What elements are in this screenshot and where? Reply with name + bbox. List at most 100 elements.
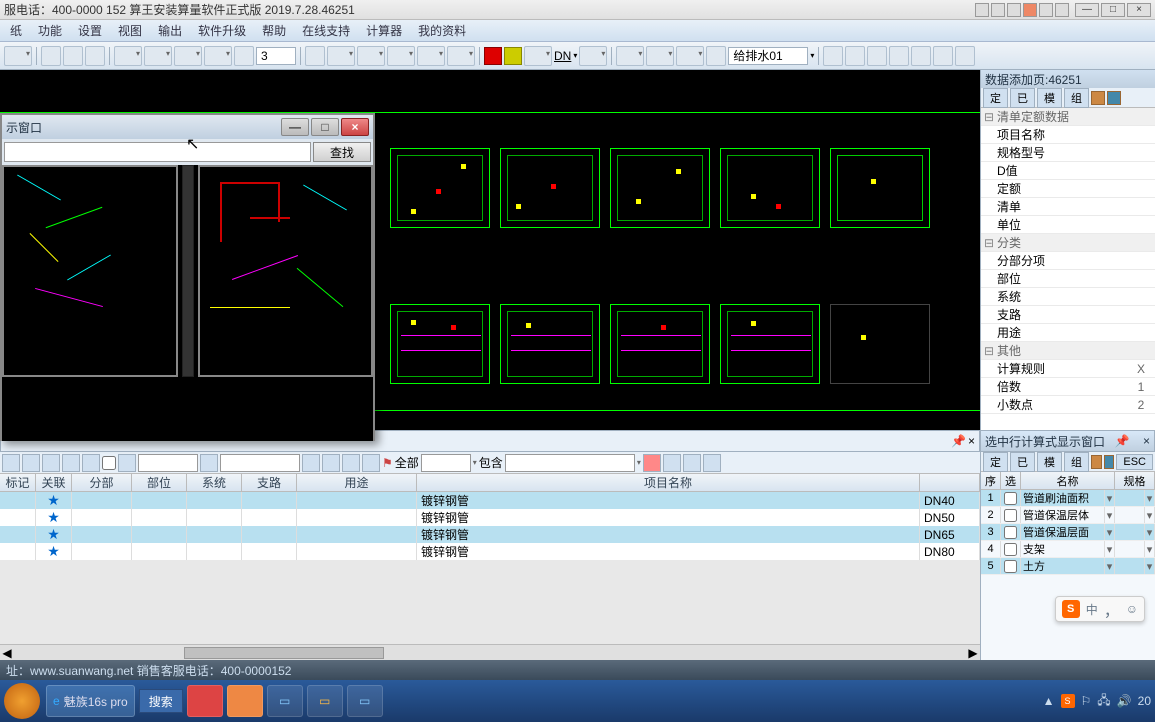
- menu-item[interactable]: 在线支持: [294, 22, 358, 39]
- drawing-thumb[interactable]: [830, 148, 930, 228]
- rp-tab[interactable]: 组: [1064, 88, 1089, 108]
- tool-btn[interactable]: [524, 46, 552, 66]
- tool-btn[interactable]: [706, 46, 726, 66]
- minimize-icon[interactable]: —: [1075, 3, 1099, 17]
- color-red-icon[interactable]: [484, 47, 502, 65]
- tree-item[interactable]: D值: [981, 162, 1155, 180]
- popup-minimize-icon[interactable]: —: [281, 118, 309, 136]
- rp-icon[interactable]: [1091, 91, 1105, 105]
- tree-item[interactable]: 分部分项: [981, 252, 1155, 270]
- rl-icon[interactable]: [1104, 455, 1115, 469]
- taskbar-app-icon[interactable]: [227, 685, 263, 717]
- tool-btn[interactable]: [417, 46, 445, 66]
- filter-btn[interactable]: [62, 454, 80, 472]
- tool-btn[interactable]: [114, 46, 142, 66]
- table-row[interactable]: ★镀锌钢管DN65: [0, 526, 980, 543]
- menu-item[interactable]: 帮助: [254, 22, 294, 39]
- drawing-thumb[interactable]: [830, 304, 930, 384]
- drawing-thumb[interactable]: [390, 304, 490, 384]
- tool-btn[interactable]: [616, 46, 644, 66]
- rl-icon[interactable]: [1091, 455, 1102, 469]
- filter-btn[interactable]: [82, 454, 100, 472]
- tree-item[interactable]: 定额: [981, 180, 1155, 198]
- tool-btn[interactable]: [845, 46, 865, 66]
- rl-tab[interactable]: 定: [983, 452, 1008, 472]
- tree-item[interactable]: 系统: [981, 288, 1155, 306]
- start-button[interactable]: [4, 683, 40, 719]
- tool-btn[interactable]: [85, 46, 105, 66]
- tool-btn[interactable]: [41, 46, 61, 66]
- tool-btn[interactable]: [327, 46, 355, 66]
- tool-btn[interactable]: [234, 46, 254, 66]
- tool-btn[interactable]: [144, 46, 172, 66]
- color-yellow-icon[interactable]: [504, 47, 522, 65]
- list-item[interactable]: 1管道刷油面积▾▾: [981, 490, 1155, 507]
- table-row[interactable]: ★镀锌钢管DN80: [0, 543, 980, 560]
- popup-search-input[interactable]: [4, 142, 311, 162]
- tray-volume-icon[interactable]: 🔊: [1117, 694, 1132, 708]
- tool-btn[interactable]: [646, 46, 674, 66]
- menu-item[interactable]: 功能: [30, 22, 70, 39]
- filter-btn[interactable]: [362, 454, 380, 472]
- filter-input[interactable]: [505, 454, 635, 472]
- tree-item[interactable]: 计算规则X: [981, 360, 1155, 378]
- tree-item[interactable]: 倍数1: [981, 378, 1155, 396]
- tool-btn[interactable]: [955, 46, 975, 66]
- scroll-thumb[interactable]: [184, 647, 384, 659]
- popup-close-icon[interactable]: ×: [341, 118, 369, 136]
- menu-item[interactable]: 计算器: [358, 22, 410, 39]
- filter-btn[interactable]: [200, 454, 218, 472]
- tool-btn[interactable]: [63, 46, 83, 66]
- filter-check[interactable]: [102, 456, 116, 470]
- titlebar-btn[interactable]: [975, 3, 989, 17]
- titlebar-btn[interactable]: [1039, 3, 1053, 17]
- taskbar-app-icon[interactable]: [187, 685, 223, 717]
- menu-item[interactable]: 设置: [70, 22, 110, 39]
- popup-preview-left[interactable]: [2, 165, 178, 377]
- pin-icon[interactable]: 📌: [1115, 434, 1130, 448]
- list-item[interactable]: 4支架▾▾: [981, 541, 1155, 558]
- filter-btn[interactable]: [22, 454, 40, 472]
- tree-item[interactable]: 单位: [981, 216, 1155, 234]
- tool-btn[interactable]: [357, 46, 385, 66]
- rl-tab[interactable]: 已: [1010, 452, 1035, 472]
- drawing-thumb[interactable]: [720, 304, 820, 384]
- titlebar-btn[interactable]: [1007, 3, 1021, 17]
- tray-sogou-icon[interactable]: S: [1061, 694, 1075, 708]
- tool-btn[interactable]: [4, 46, 32, 66]
- rp-tab[interactable]: 模: [1037, 88, 1062, 108]
- sogou-icon[interactable]: S: [1062, 600, 1080, 618]
- drawing-thumb[interactable]: [720, 148, 820, 228]
- popup-maximize-icon[interactable]: □: [311, 118, 339, 136]
- tool-btn[interactable]: [174, 46, 202, 66]
- tree-item[interactable]: 项目名称: [981, 126, 1155, 144]
- tool-btn[interactable]: [447, 46, 475, 66]
- tree-item[interactable]: 规格型号: [981, 144, 1155, 162]
- tree-item[interactable]: 用途: [981, 324, 1155, 342]
- list-item[interactable]: 2管道保温层体▾▾: [981, 507, 1155, 524]
- titlebar-btn[interactable]: [991, 3, 1005, 17]
- ime-face-icon[interactable]: ☺: [1126, 602, 1138, 616]
- tray-network-icon[interactable]: 🖧: [1097, 691, 1110, 712]
- filter-btn[interactable]: [42, 454, 60, 472]
- filter-input[interactable]: [220, 454, 300, 472]
- filter-btn[interactable]: [2, 454, 20, 472]
- rl-tab[interactable]: 组: [1064, 452, 1089, 472]
- rp-tab[interactable]: 定: [983, 88, 1008, 108]
- maximize-icon[interactable]: □: [1101, 3, 1125, 17]
- tree-group[interactable]: ⊟分类: [981, 234, 1155, 252]
- filter-btn[interactable]: [322, 454, 340, 472]
- drawing-thumb[interactable]: [500, 148, 600, 228]
- menu-item[interactable]: 纸: [2, 22, 30, 39]
- taskbar-app-icon[interactable]: ▭: [307, 685, 343, 717]
- ime-toolbar[interactable]: S 中 ， ☺: [1055, 596, 1145, 622]
- rp-icon[interactable]: [1107, 91, 1121, 105]
- tree-item[interactable]: 支路: [981, 306, 1155, 324]
- tool-btn[interactable]: [204, 46, 232, 66]
- filter-btn[interactable]: [302, 454, 320, 472]
- close-icon[interactable]: ×: [1143, 434, 1150, 448]
- toolbar-system-combo[interactable]: [728, 47, 808, 65]
- tool-btn[interactable]: [305, 46, 325, 66]
- list-item[interactable]: 3管道保温层面▾▾: [981, 524, 1155, 541]
- tree-group[interactable]: ⊟其他: [981, 342, 1155, 360]
